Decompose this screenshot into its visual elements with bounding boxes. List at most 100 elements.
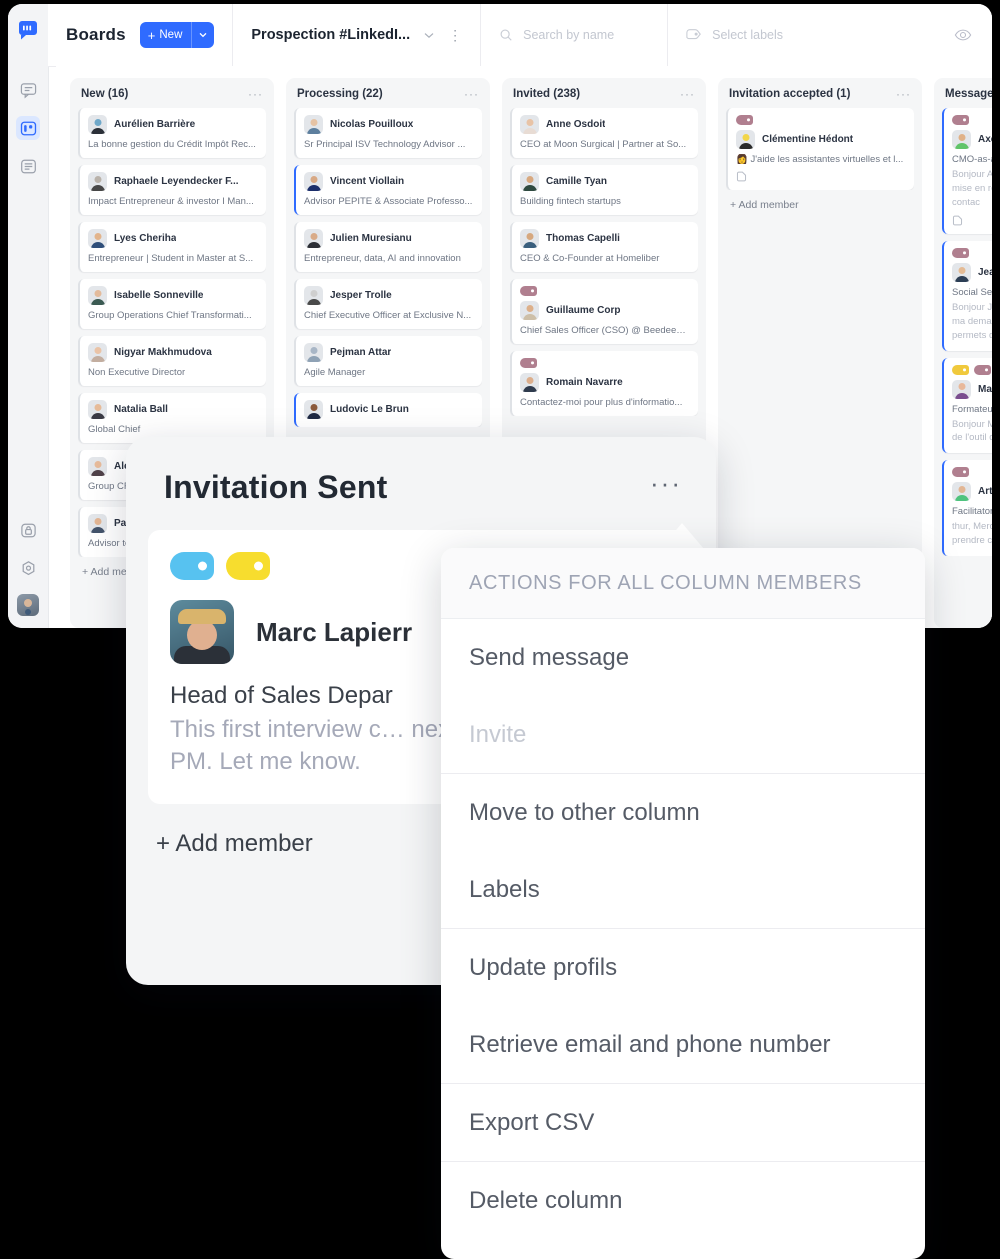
- member-card[interactable]: Arthur Massonnea Facilitator, Entrepreneu…: [942, 460, 992, 556]
- board-selector[interactable]: Prospection #LinkedI... ⋮: [233, 4, 482, 66]
- eye-icon[interactable]: [954, 27, 972, 43]
- board-icon[interactable]: [16, 116, 40, 140]
- column-title: Processing (22): [297, 88, 383, 100]
- column-actions-popover: ACTIONS FOR ALL COLUMN MEMBERS Send mess…: [441, 548, 925, 1259]
- label-chips: [952, 248, 992, 259]
- popover-menu-item[interactable]: Retrieve email and phone number: [441, 1006, 925, 1083]
- avatar: [952, 482, 971, 502]
- member-card[interactable]: Lyes Cheriha Entrepreneur | Student in Ma…: [78, 222, 266, 272]
- modal-menu-icon[interactable]: ···: [650, 469, 682, 496]
- member-name: Aurélien Barrière: [114, 119, 196, 130]
- visibility-toggle[interactable]: [954, 27, 992, 43]
- member-headline: Sr Principal ISV Technology Advisor ...: [304, 139, 466, 150]
- popover-menu-item[interactable]: Update profils: [441, 929, 925, 1006]
- app-logo-icon[interactable]: [17, 20, 39, 42]
- member-card[interactable]: Julien Muresianu Entrepreneur, data, AI a…: [294, 222, 482, 272]
- label-chip: [520, 358, 537, 368]
- member-name: Romain Navarre: [546, 377, 623, 388]
- modal-title: Invitation Sent: [164, 469, 388, 505]
- member-card-header: Raphaele Leyendecker F...: [88, 172, 258, 191]
- member-card[interactable]: Camille Tyan Building fintech startups: [510, 165, 698, 215]
- avatar: [304, 286, 323, 305]
- column-card-list: Anne Osdoit CEO at Moon Surgical | Partne…: [510, 108, 698, 416]
- avatar: [304, 229, 323, 248]
- member-card-header: Marie FRAY: [952, 379, 992, 399]
- column-menu-icon[interactable]: ···: [464, 88, 479, 100]
- member-name: Guillaume Corp: [546, 305, 621, 316]
- clock-icon[interactable]: [952, 215, 992, 226]
- tag-icon: [686, 28, 702, 42]
- member-card[interactable]: Guillaume Corp Chief Sales Officer (CSO) …: [510, 279, 698, 344]
- member-card-header: Nicolas Pouilloux: [304, 115, 474, 134]
- member-card[interactable]: Aurélien Barrière La bonne gestion du Cré…: [78, 108, 266, 158]
- member-card[interactable]: Clémentine Hédont 👩 J'aide les assistante…: [726, 108, 914, 190]
- list-icon[interactable]: [16, 154, 40, 178]
- member-card[interactable]: Thomas Capelli CEO & Co-Founder at Homeli…: [510, 222, 698, 272]
- member-name: Clémentine Hédont: [762, 134, 854, 145]
- label-chip: [952, 248, 969, 259]
- popover-menu-item[interactable]: Labels: [441, 851, 925, 928]
- member-card-header: Thomas Capelli: [520, 229, 690, 248]
- add-member-button[interactable]: + Add member: [726, 190, 914, 221]
- popover-menu-item[interactable]: Send message: [441, 619, 925, 696]
- member-card[interactable]: Pejman Attar Agile Manager: [294, 336, 482, 386]
- account-avatar[interactable]: [17, 594, 39, 616]
- member-card[interactable]: Vincent Viollain Advisor PEPITE & Associa…: [294, 165, 482, 215]
- member-name: Lyes Cheriha: [114, 233, 177, 244]
- member-card-header: Arthur Massonnea: [952, 482, 992, 502]
- member-card[interactable]: Romain Navarre Contactez-moi pour plus d'…: [510, 351, 698, 416]
- message-icon[interactable]: [16, 78, 40, 102]
- gear-icon[interactable]: [16, 556, 40, 580]
- label-chip: [736, 115, 753, 125]
- chevron-down-icon[interactable]: [191, 22, 214, 48]
- chevron-down-icon[interactable]: [424, 32, 434, 39]
- label-chip[interactable]: [226, 552, 270, 580]
- member-card[interactable]: Marie FRAY Formateur Linkedin 🚀 - Co Bonjo…: [942, 357, 992, 454]
- note-icon[interactable]: [736, 171, 906, 182]
- member-card[interactable]: Jesper Trolle Chief Executive Officer at …: [294, 279, 482, 329]
- labels-field[interactable]: Select labels: [668, 4, 801, 66]
- new-button[interactable]: + New: [139, 22, 215, 48]
- popover-menu-item[interactable]: Move to other column: [441, 774, 925, 851]
- search-icon: [499, 28, 513, 42]
- column-title: Invited (238): [513, 88, 581, 100]
- search-field[interactable]: Search by name: [481, 4, 669, 66]
- label-chip[interactable]: [170, 552, 214, 580]
- member-headline: Agile Manager: [304, 367, 366, 378]
- labels-placeholder: Select labels: [712, 28, 783, 42]
- member-message-preview: Bonjour Marie, Souhaiterie ptite démo de…: [952, 418, 992, 444]
- member-card[interactable]: Isabelle Sonneville Group Operations Chie…: [78, 279, 266, 329]
- member-name: Ludovic Le Brun: [330, 404, 409, 415]
- column-title: New (16): [81, 88, 129, 100]
- board-menu-icon[interactable]: ⋮: [448, 28, 462, 42]
- member-card[interactable]: Anne Osdoit CEO at Moon Surgical | Partne…: [510, 108, 698, 158]
- label-chips: [736, 115, 906, 125]
- avatar: [952, 379, 971, 399]
- member-card-header: Axel Kaletka ☕: [952, 130, 992, 149]
- popover-menu-item[interactable]: Delete column: [441, 1162, 925, 1239]
- column-menu-icon[interactable]: ···: [248, 88, 263, 100]
- column-card-list: Clémentine Hédont 👩 J'aide les assistante…: [726, 108, 914, 190]
- column-menu-icon[interactable]: ···: [680, 88, 695, 100]
- column-header: Invitation accepted (1) ···: [726, 86, 914, 108]
- new-button-label: New: [159, 29, 183, 41]
- column-menu-icon[interactable]: ···: [896, 88, 911, 100]
- avatar: [88, 286, 107, 305]
- member-card[interactable]: Raphaele Leyendecker F... Impact Entrepre…: [78, 165, 266, 215]
- member-headline: Chief Executive Officer at Exclusive N..…: [304, 310, 472, 321]
- member-card-header: Vincent Viollain: [304, 172, 474, 191]
- member-card[interactable]: Nigyar Makhmudova Non Executive Director: [78, 336, 266, 386]
- lock-icon[interactable]: [16, 518, 40, 542]
- member-card[interactable]: Ludovic Le Brun: [294, 393, 482, 427]
- member-headline: CEO at Moon Surgical | Partner at So...: [520, 139, 687, 150]
- member-name: Nigyar Makhmudova: [114, 347, 212, 358]
- member-card[interactable]: Jean-Luc TRAINEA Social Selling Training/…: [942, 241, 992, 351]
- member-card[interactable]: Axel Kaletka ☕ CMO-as-a-Service | Progr… B…: [942, 108, 992, 235]
- member-card[interactable]: Natalia Ball Global Chief: [78, 393, 266, 443]
- column-card-list: Axel Kaletka ☕ CMO-as-a-Service | Progr… B…: [942, 108, 992, 556]
- popover-menu-item[interactable]: Export CSV: [441, 1084, 925, 1161]
- member-card-header: Romain Navarre: [520, 373, 690, 392]
- member-card[interactable]: Nicolas Pouilloux Sr Principal ISV Techno…: [294, 108, 482, 158]
- member-name: Isabelle Sonneville: [114, 290, 204, 301]
- avatar: [88, 514, 107, 533]
